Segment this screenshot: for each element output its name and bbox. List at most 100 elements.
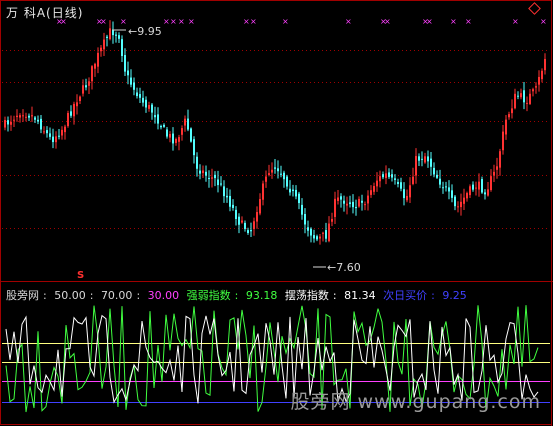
candle-body [154,115,156,118]
candle-body [499,151,501,168]
candle-body [442,187,444,189]
candle-body [226,195,228,198]
candle-body [223,186,225,197]
candle-body [67,113,69,127]
candle-body [130,77,132,85]
candle-body [466,193,468,199]
candle-body [178,137,180,142]
candle-body [463,197,465,204]
candle-body [352,201,354,208]
candle-body [217,179,219,186]
candle-body [151,104,153,113]
signal-marker: × [512,17,519,26]
candle-body [310,228,312,236]
candle-body [382,174,384,178]
candle-body [100,47,102,52]
candle-body [400,182,402,189]
candle-body [457,206,459,208]
candle-body [439,178,441,185]
candle-body [253,221,255,230]
candle-body [292,189,294,191]
candle-body [4,120,6,128]
signal-marker: × [120,17,127,26]
candle-body [295,189,297,197]
candle-body [376,180,378,187]
candle-body [388,172,390,177]
candle-body [13,119,15,121]
candle-body [220,183,222,185]
candle-body [505,119,507,135]
candle-body [343,200,345,204]
candle-body [133,82,135,90]
candle-body [334,198,336,217]
candle-body [211,177,213,179]
candle-body [475,187,477,189]
candle-body [79,96,81,101]
candle-body [478,181,480,190]
candle-body [325,230,327,239]
candle-body [409,185,411,198]
candle-body [496,166,498,170]
indicator-header: 股旁网: 50.00: 70.00: 30.00 强弱指数: 93.18 摆荡指… [6,289,467,302]
candle-body [112,30,114,36]
candle-body [526,102,528,104]
level-70: 70.00 [100,289,133,302]
candle-body [19,115,21,118]
candle-body [163,124,165,127]
candle-body [484,192,486,195]
candle-body [37,119,39,122]
candle-body [445,186,447,188]
candle-body [313,235,315,239]
candle-body [418,156,420,161]
candle-body [373,186,375,192]
candle-body [181,128,183,135]
candle-body [262,183,264,200]
candle-body [16,115,18,118]
signal-marker: × [163,17,170,26]
level-50: 50.00 [54,289,86,302]
candle-body [394,178,396,180]
candle-body [364,204,366,206]
signal-marker: × [250,17,257,26]
candle-body [49,133,51,137]
signal-marker: × [170,17,177,26]
signal-marker: × [178,17,185,26]
candle-body [244,222,246,229]
candle-body [490,176,492,191]
candle-body [94,63,96,69]
candle-body [88,81,90,86]
swing-index-label: 摆荡指数 [284,289,329,302]
candle-body [304,214,306,225]
candle-body [139,94,141,98]
candle-body [208,177,210,179]
candle-body [307,227,309,231]
signal-marker: × [450,17,457,26]
candle-body [259,199,261,214]
candle-body [511,108,513,114]
candle-body [166,129,168,137]
candle-body [460,201,462,208]
candle-body [136,92,138,97]
level-30: 30.00 [147,289,180,302]
candle-body [172,133,174,144]
candle-body [124,55,126,72]
signal-marker: × [465,17,472,26]
candle-body [283,172,285,180]
candle-body [46,130,48,134]
candle-body [535,86,537,88]
candle-body [358,198,360,207]
candle-body [121,39,123,57]
candle-body [397,181,399,184]
candle-body [448,187,450,192]
candle-body [31,115,33,117]
candle-body [280,173,282,175]
candle-body [451,190,453,198]
candle-body [160,125,162,128]
candle-body [472,184,474,190]
candle-body [502,131,504,151]
candle-body [454,196,456,207]
candle-body [532,89,534,92]
candle-body [322,232,324,234]
candle-body [187,118,189,130]
next-buy-label: 次日买价 [383,289,428,302]
